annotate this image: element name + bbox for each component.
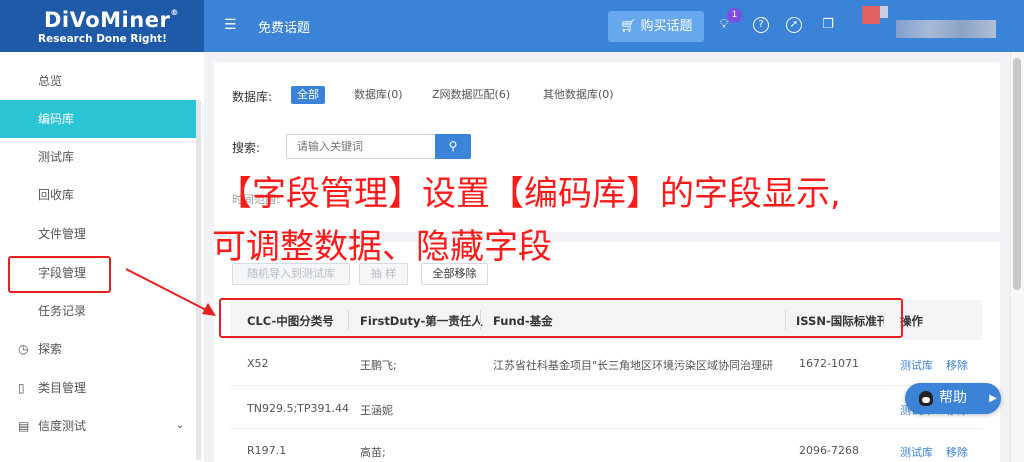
annotation-arrow — [125, 268, 216, 316]
